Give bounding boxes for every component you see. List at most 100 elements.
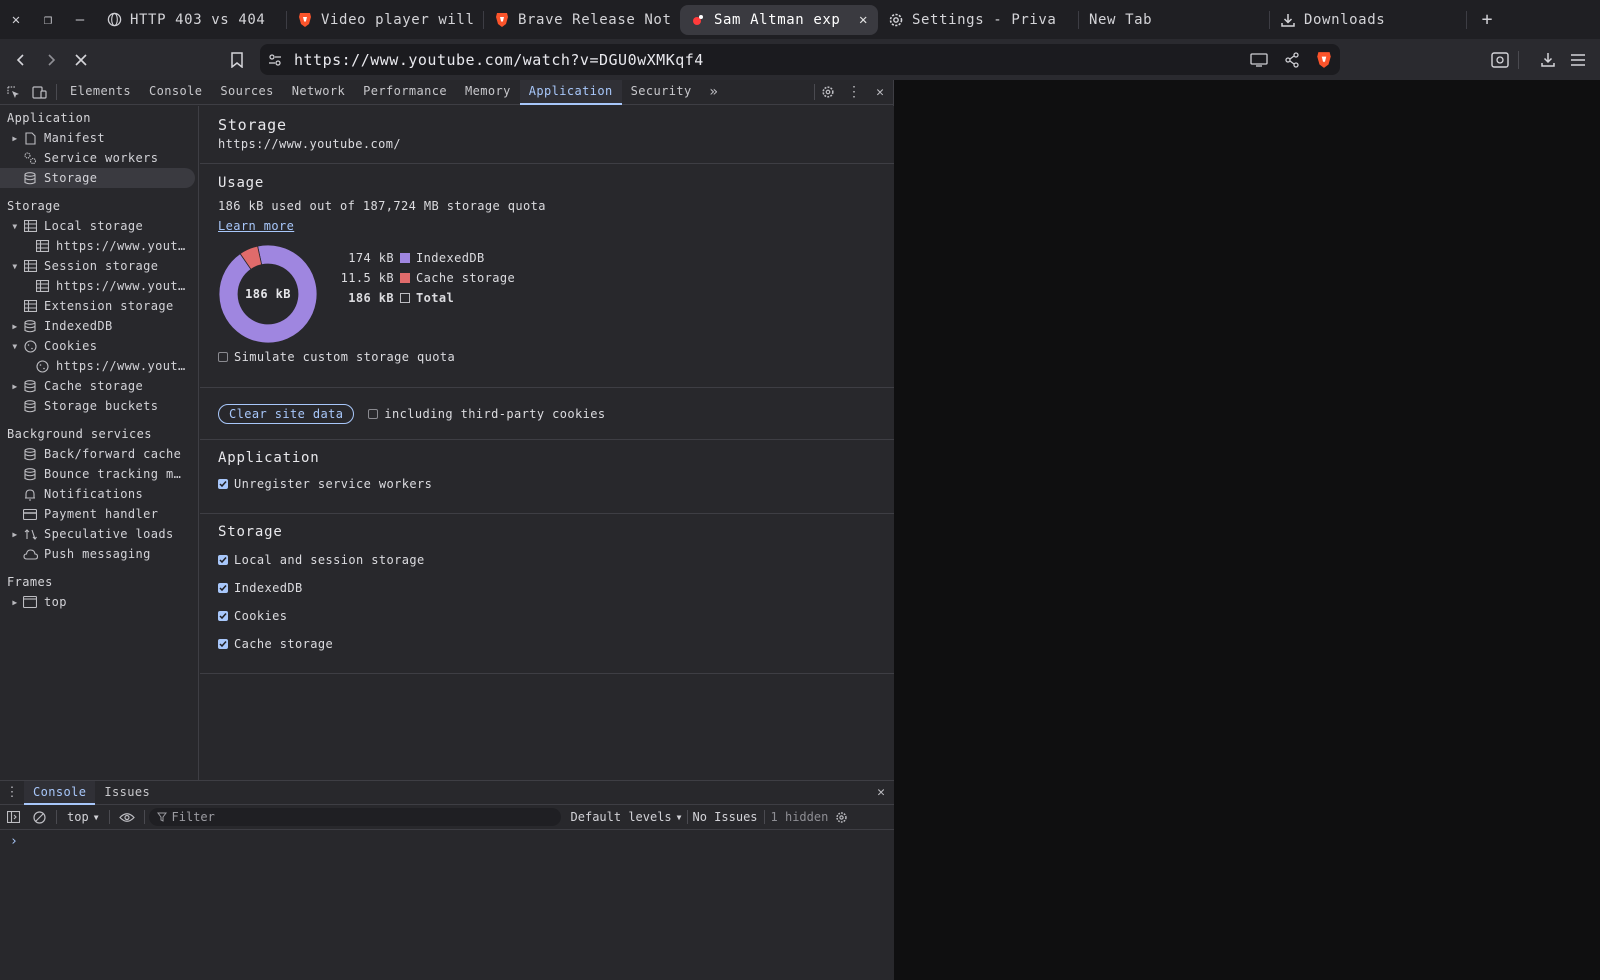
sidebar-item-manifest[interactable]: ▶ Manifest xyxy=(0,128,198,148)
sidebar-item-speculative-loads[interactable]: ▶ Speculative loads xyxy=(0,524,198,544)
checkbox-box[interactable] xyxy=(218,611,228,621)
close-window-button[interactable]: ✕ xyxy=(0,0,32,39)
expand-arrow-icon[interactable]: ▶ xyxy=(8,598,22,607)
clear-console-icon[interactable] xyxy=(26,805,52,830)
sidebar-item-cookies-origin[interactable]: https://www.yout… xyxy=(0,356,198,376)
tab-network[interactable]: Network xyxy=(283,80,354,105)
cast-icon[interactable] xyxy=(1250,52,1268,67)
tab-security[interactable]: Security xyxy=(622,80,701,105)
sidebar-toggle-icon[interactable] xyxy=(0,805,26,830)
tab-application[interactable]: Application xyxy=(519,79,622,105)
sidebar-item-local-storage-origin[interactable]: https://www.yout… xyxy=(0,236,198,256)
sidebar-item-session-storage-origin[interactable]: https://www.yout… xyxy=(0,276,198,296)
back-button[interactable] xyxy=(6,45,36,75)
sidebar-item-local-storage[interactable]: ▼ Local storage xyxy=(0,216,198,236)
checkbox-box[interactable] xyxy=(218,479,228,489)
expand-arrow-icon[interactable]: ▶ xyxy=(8,382,22,391)
sidebar-item-storage-buckets[interactable]: Storage buckets xyxy=(0,396,198,416)
settings-gear-icon[interactable] xyxy=(815,80,841,105)
forward-button[interactable] xyxy=(36,45,66,75)
collapse-arrow-icon[interactable]: ▼ xyxy=(8,342,22,351)
sidebar-item-notifications[interactable]: Notifications xyxy=(0,484,198,504)
stop-button[interactable] xyxy=(66,45,96,75)
downloads-button[interactable] xyxy=(1533,45,1563,75)
device-toolbar-icon[interactable] xyxy=(26,80,52,105)
drawer-tab-console[interactable]: Console xyxy=(24,780,96,805)
tab-memory[interactable]: Memory xyxy=(456,80,520,105)
sidebar-item-bfcache[interactable]: Back/forward cache xyxy=(0,444,198,464)
checkbox-box[interactable] xyxy=(368,408,379,419)
sidebar-item-label: https://www.yout… xyxy=(56,279,186,293)
drawer-tab-issues[interactable]: Issues xyxy=(95,781,159,805)
more-tabs-icon[interactable]: » xyxy=(701,80,727,105)
sidebar-item-bounce-tracking[interactable]: Bounce tracking m… xyxy=(0,464,198,484)
tab-elements[interactable]: Elements xyxy=(61,80,140,105)
stop-icon xyxy=(75,53,87,66)
learn-more-link[interactable]: Learn more xyxy=(218,219,294,233)
sidebar-item-push-messaging[interactable]: Push messaging xyxy=(0,544,198,564)
collapse-arrow-icon[interactable]: ▼ xyxy=(8,262,22,271)
sidebar-item-indexeddb[interactable]: ▶ IndexedDB xyxy=(0,316,198,336)
clear-site-data-button[interactable]: Clear site data xyxy=(218,403,355,424)
tab-http[interactable]: HTTP 403 vs 404 xyxy=(96,5,286,35)
checkbox-box[interactable] xyxy=(218,352,228,362)
expand-arrow-icon[interactable]: ▶ xyxy=(8,322,22,331)
close-tab-icon[interactable]: ✕ xyxy=(859,12,868,28)
tab-new-tab[interactable]: New Tab xyxy=(1079,5,1269,35)
tab-sam-altman[interactable]: Sam Altman exp ✕ xyxy=(680,4,878,35)
restore-window-button[interactable]: ❐ xyxy=(32,0,64,39)
sidebar-item-cookies[interactable]: ▼ Cookies xyxy=(0,336,198,356)
brave-shields-icon[interactable] xyxy=(1316,51,1332,69)
close-drawer-icon[interactable]: ✕ xyxy=(868,780,894,805)
minimize-window-button[interactable]: — xyxy=(64,0,96,39)
sidebar-item-storage[interactable]: Storage xyxy=(0,168,195,188)
bookmark-button[interactable] xyxy=(222,45,252,75)
indexeddb-checkbox[interactable]: IndexedDB xyxy=(218,578,876,598)
kebab-menu-icon[interactable]: ⋮ xyxy=(841,80,867,105)
page-viewport[interactable] xyxy=(894,80,1600,900)
cookies-checkbox[interactable]: Cookies xyxy=(218,606,876,626)
drawer-menu-icon[interactable]: ⋮ xyxy=(0,780,24,805)
console-filter-input[interactable]: Filter xyxy=(148,808,561,826)
downloads-tab[interactable]: Downloads xyxy=(1270,5,1466,35)
log-levels-dropdown[interactable]: Default levels ▼ xyxy=(571,810,682,824)
tab-video-player[interactable]: Video player will xyxy=(287,5,483,35)
tab-brave-release[interactable]: Brave Release Not xyxy=(484,5,680,35)
sidebar-item-frame-top[interactable]: ▶ top xyxy=(0,592,198,612)
new-tab-button[interactable]: + xyxy=(1467,0,1507,39)
third-party-cookies-checkbox[interactable]: including third-party cookies xyxy=(368,404,605,424)
address-bar[interactable]: https://www.youtube.com/watch?v=DGU0wXMK… xyxy=(260,44,1340,75)
eye-icon[interactable] xyxy=(114,805,140,830)
site-settings-icon[interactable] xyxy=(268,53,282,67)
checkbox-box[interactable] xyxy=(218,555,228,565)
console-prompt[interactable]: › xyxy=(0,830,894,853)
sidebar-item-cache-storage[interactable]: ▶ Cache storage xyxy=(0,376,198,396)
tab-performance[interactable]: Performance xyxy=(354,80,456,105)
tab-sources[interactable]: Sources xyxy=(211,80,282,105)
expand-arrow-icon[interactable]: ▶ xyxy=(8,530,22,539)
inspect-element-icon[interactable] xyxy=(0,80,26,105)
issues-count[interactable]: No Issues xyxy=(693,810,758,824)
console-settings-icon[interactable] xyxy=(828,805,854,830)
menu-button[interactable] xyxy=(1563,45,1593,75)
unregister-sw-checkbox[interactable]: Unregister service workers xyxy=(218,474,876,494)
sidebar-item-session-storage[interactable]: ▼ Session storage xyxy=(0,256,198,276)
local-session-storage-checkbox[interactable]: Local and session storage xyxy=(218,550,876,570)
application-heading: Application xyxy=(218,450,320,466)
devtools-tab-bar: Elements Console Sources Network Perform… xyxy=(0,79,893,105)
checkbox-box[interactable] xyxy=(218,583,228,593)
simulate-quota-checkbox[interactable]: Simulate custom storage quota xyxy=(218,347,455,367)
sidebar-item-payment-handler[interactable]: Payment handler xyxy=(0,504,198,524)
context-selector[interactable]: top ▼ xyxy=(61,810,105,824)
sidebar-item-extension-storage[interactable]: Extension storage xyxy=(0,296,198,316)
tab-console[interactable]: Console xyxy=(140,80,211,105)
screenshot-button[interactable] xyxy=(1485,45,1515,75)
checkbox-box[interactable] xyxy=(218,639,228,649)
cache-storage-checkbox[interactable]: Cache storage xyxy=(218,634,876,654)
expand-arrow-icon[interactable]: ▶ xyxy=(8,134,22,143)
collapse-arrow-icon[interactable]: ▼ xyxy=(8,222,22,231)
share-icon[interactable] xyxy=(1284,51,1300,68)
sidebar-item-service-workers[interactable]: Service workers xyxy=(0,148,198,168)
close-devtools-icon[interactable]: ✕ xyxy=(867,80,893,105)
tab-settings[interactable]: Settings - Priva xyxy=(878,5,1078,35)
